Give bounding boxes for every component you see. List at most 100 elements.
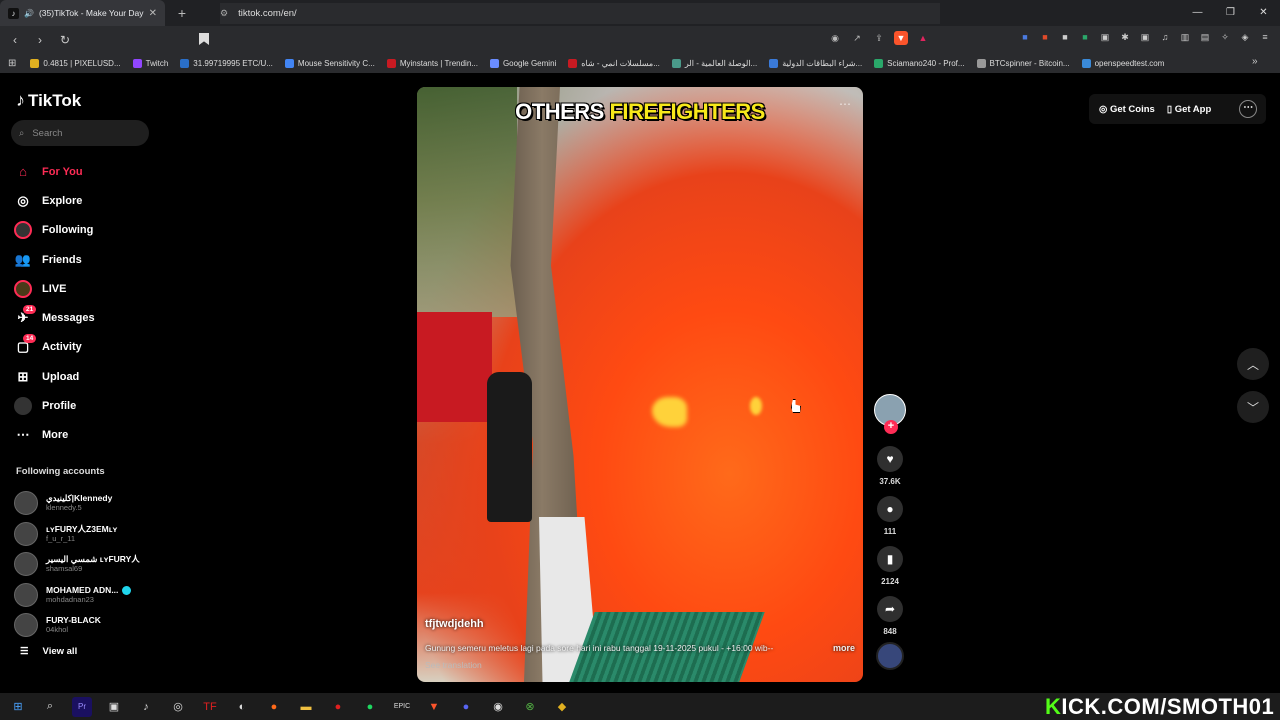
bookmark-item[interactable]: 31.99719995 ETC/U...: [180, 58, 273, 68]
following-account-item[interactable]: ʟʏFURY人Z3EMʟʏ f_u_r_11: [14, 519, 154, 550]
taskbar-search-icon[interactable]: ⌕: [40, 697, 60, 717]
audio-icon[interactable]: 🔊: [24, 9, 34, 18]
brave-rewards-icon[interactable]: ▲: [916, 31, 930, 45]
following-account-item[interactable]: كلينيدي|Klennedy klennedy.5: [14, 488, 154, 519]
spotify-icon[interactable]: ●: [360, 697, 380, 717]
bookmark-item[interactable]: مسلسلات انمي - شاه...: [568, 58, 660, 68]
nav-item-upload[interactable]: ⊞ Upload: [14, 362, 154, 391]
brave-browser-icon[interactable]: ▼: [424, 697, 444, 717]
video-more-icon[interactable]: ⋯: [839, 97, 851, 111]
nav-item-more[interactable]: ⋯ More: [14, 421, 154, 450]
close-tab-icon[interactable]: ✕: [149, 8, 157, 19]
forward-icon[interactable]: ›: [30, 33, 50, 47]
nav-item-for-you[interactable]: ⌂ For You: [14, 157, 154, 186]
restore-button[interactable]: ❐: [1214, 0, 1247, 26]
app-6-icon[interactable]: ●: [328, 697, 348, 717]
apps-grid-icon[interactable]: ⊞: [8, 58, 16, 69]
url-field[interactable]: ⚙ tiktok.com/en/: [220, 3, 940, 24]
menu-icon[interactable]: ≡: [1258, 30, 1272, 44]
site-settings-icon[interactable]: ⚙: [220, 8, 228, 19]
media-icon[interactable]: ♫: [1158, 30, 1172, 44]
extension-2-icon[interactable]: ■: [1038, 30, 1052, 44]
save-button[interactable]: ▮ 2124: [873, 546, 907, 588]
tiktok-logo[interactable]: ♪ TikTok: [16, 90, 81, 111]
nav-item-messages[interactable]: ✈ 21 Messages: [14, 303, 154, 332]
extension-3-icon[interactable]: ■: [1058, 30, 1072, 44]
bookmark-item[interactable]: BTCspinner - Bitcoin...: [976, 58, 1070, 68]
see-translation-button[interactable]: See translation: [425, 660, 482, 670]
extension-5-icon[interactable]: ▣: [1098, 30, 1112, 44]
reload-icon[interactable]: ↻: [55, 33, 75, 47]
brave-shields-icon[interactable]: ▼: [894, 31, 908, 45]
bookmark-item[interactable]: Sciamano240 - Prof...: [874, 58, 965, 68]
minimize-button[interactable]: —: [1181, 0, 1214, 26]
steam-icon[interactable]: ◉: [488, 697, 508, 717]
app-7-icon[interactable]: ◆: [552, 697, 572, 717]
like-button[interactable]: ♥ 37.6K: [873, 446, 907, 488]
follow-plus-icon[interactable]: +: [884, 420, 898, 434]
previous-video-button[interactable]: ︿: [1237, 348, 1269, 380]
nav-item-live[interactable]: LIVE: [14, 274, 154, 303]
bookmark-item[interactable]: Twitch: [132, 58, 168, 68]
nav-item-profile[interactable]: Profile: [14, 391, 154, 420]
extension-1-icon[interactable]: ■: [1018, 30, 1032, 44]
premiere-icon[interactable]: Pr: [72, 696, 92, 717]
open-external-icon[interactable]: ↗: [850, 31, 864, 45]
extensions-icon[interactable]: ✱: [1118, 30, 1132, 44]
bookmark-item[interactable]: الوصلة العالمية - الر...: [671, 58, 757, 68]
window-controls: — ❐ ✕: [1181, 0, 1280, 26]
bookmark-item[interactable]: Myinstants | Trendin...: [386, 58, 478, 68]
following-account-item[interactable]: MOHAMED ADN... mohdadnan23: [14, 580, 154, 611]
new-tab-button[interactable]: +: [171, 5, 193, 21]
cast-icon[interactable]: ◉: [828, 31, 842, 45]
close-window-button[interactable]: ✕: [1247, 0, 1280, 26]
bookmarks-overflow-icon[interactable]: »: [1252, 56, 1258, 67]
view-all-button[interactable]: ☰ View all: [20, 646, 77, 657]
nav-item-activity[interactable]: ▢ 14 Activity: [14, 333, 154, 362]
main-nav: ⌂ For You ◎ Explore Following 👥 Friends LIVE ✈ 21…: [14, 157, 154, 450]
bookmark-item[interactable]: openspeedtest.com: [1081, 58, 1164, 68]
vpn-icon[interactable]: ◈: [1238, 30, 1252, 44]
wallet-icon[interactable]: ▣: [1138, 30, 1152, 44]
video-author[interactable]: tfjtwdjdehh: [425, 618, 484, 630]
next-video-button[interactable]: ﹀: [1237, 391, 1269, 423]
bookmark-item[interactable]: 0.4815 | PIXELUSD...: [30, 58, 121, 68]
app-2-icon[interactable]: ◎: [168, 697, 188, 717]
nav-item-friends[interactable]: 👥 Friends: [14, 245, 154, 274]
nav-item-explore[interactable]: ◎ Explore: [14, 186, 154, 215]
wallet-2-icon[interactable]: ▤: [1198, 30, 1212, 44]
file-explorer-icon[interactable]: ▬: [296, 697, 316, 717]
video-player[interactable]: OTHERS FIREFIGHTERS ⋯ tfjtwdjdehh Gunung…: [417, 87, 863, 682]
following-account-item[interactable]: FURY-BLACK 04khol: [14, 610, 154, 641]
app-4-icon[interactable]: ◐: [232, 697, 252, 717]
more-options-icon[interactable]: ⋯: [1239, 100, 1258, 118]
comment-button[interactable]: ● 111: [873, 496, 907, 538]
bookmark-item[interactable]: شراء البطاقات الدولية...: [769, 58, 862, 68]
app-5-icon[interactable]: ●: [264, 697, 284, 717]
search-input[interactable]: ⌕ Search: [11, 120, 149, 146]
xbox-icon[interactable]: ⊗: [520, 697, 540, 717]
windows-start-icon[interactable]: ⊞: [8, 697, 28, 717]
bookmark-item[interactable]: Google Gemini: [489, 58, 556, 68]
browser-tab[interactable]: ♪ 🔊 (35)TikTok - Make Your Day ✕: [0, 0, 165, 26]
video-description-text: Gunung semeru meletus lagi pada sore har…: [425, 643, 774, 653]
discord-icon[interactable]: ●: [456, 697, 476, 717]
description-more-button[interactable]: more: [833, 643, 855, 653]
app-icon[interactable]: ▣: [104, 697, 124, 717]
extension-4-icon[interactable]: ■: [1078, 30, 1092, 44]
creator-avatar[interactable]: +: [874, 394, 906, 434]
share-icon[interactable]: ⇪: [872, 31, 886, 45]
sidebar-toggle-icon[interactable]: ▥: [1178, 30, 1192, 44]
share-button[interactable]: ➦ 848: [873, 596, 907, 638]
get-app-button[interactable]: ▯ Get App: [1167, 104, 1211, 115]
app-3-icon[interactable]: TF: [200, 697, 220, 717]
following-account-item[interactable]: شمسي اليسير ʟʏFURY人 shamsal69: [14, 549, 154, 580]
back-icon[interactable]: ‹: [5, 33, 25, 47]
leo-icon[interactable]: ✧: [1218, 30, 1232, 44]
get-coins-button[interactable]: ◎ Get Coins: [1099, 104, 1155, 115]
epic-games-icon[interactable]: EPIC: [392, 697, 412, 717]
music-disc-icon[interactable]: [876, 642, 904, 670]
nav-item-following[interactable]: Following: [14, 216, 154, 245]
tiktok-app-icon[interactable]: ♪: [136, 697, 156, 717]
bookmark-item[interactable]: Mouse Sensitivity C...: [284, 58, 375, 68]
